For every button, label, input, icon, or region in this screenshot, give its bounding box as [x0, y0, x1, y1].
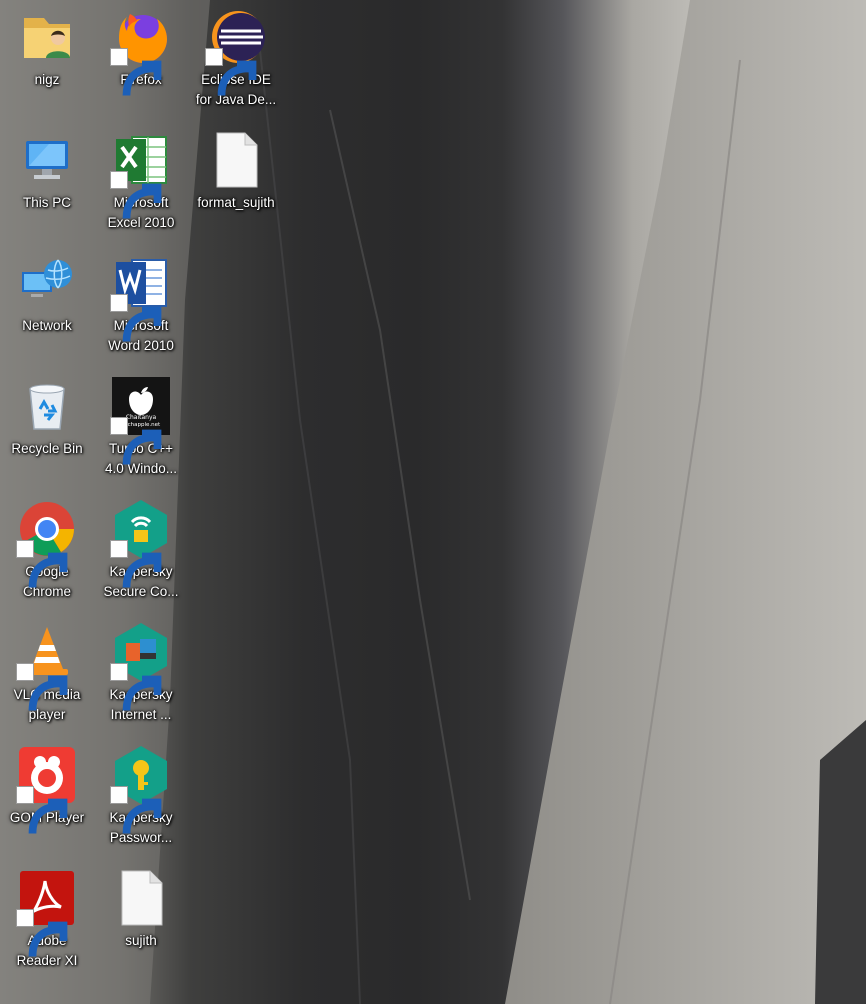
desktop-icon-eclipse[interactable]: Eclipse IDE for Java De... — [190, 0, 282, 110]
icon-label: This PC — [22, 195, 71, 210]
shortcut-arrow-icon — [110, 171, 162, 219]
kaspersky-password-icon — [110, 744, 172, 834]
desktop-icon-nigz[interactable]: nigz — [1, 0, 93, 110]
desktop-icon-gom-player[interactable]: GOM Player — [1, 738, 93, 848]
shortcut-arrow-icon — [110, 417, 162, 465]
icon-label: Network — [22, 318, 72, 333]
recycle-bin-icon — [16, 375, 78, 437]
shortcut-arrow-icon — [16, 540, 68, 588]
icon-label: nigz — [34, 72, 60, 87]
shortcut-arrow-icon — [16, 909, 68, 957]
shortcut-arrow-icon — [16, 786, 68, 834]
desktop-icon-adobe-reader[interactable]: Adobe Reader XI — [1, 861, 93, 971]
shortcut-arrow-icon — [110, 540, 162, 588]
desktop-icon-word[interactable]: Microsoft Word 2010 — [95, 246, 187, 356]
chrome-icon — [16, 498, 78, 588]
shortcut-arrow-icon — [110, 786, 162, 834]
icon-label: format_sujith — [197, 195, 275, 210]
icon-label: Recycle Bin — [11, 441, 83, 456]
shortcut-arrow-icon — [110, 48, 162, 96]
shortcut-arrow-icon — [205, 48, 257, 96]
desktop-icon-recycle-bin[interactable]: Recycle Bin — [1, 369, 93, 479]
desktop-icon-turbo-cpp[interactable]: Chaitanya Techapple.net Turbo C++ 4.0 Win… — [95, 369, 187, 479]
adobe-reader-icon — [16, 867, 78, 957]
text-file-icon — [205, 129, 267, 191]
turbo-cpp-icon: Chaitanya Techapple.net — [110, 375, 172, 465]
desktop-icon-format-sujith[interactable]: format_sujith — [190, 123, 282, 233]
desktop-icon-kaspersky-internet-security[interactable]: Kaspersky Internet ... — [95, 615, 187, 725]
shortcut-arrow-icon — [16, 663, 68, 711]
kaspersky-internet-icon — [110, 621, 172, 711]
shortcut-arrow-icon — [110, 294, 162, 342]
kaspersky-secure-icon — [110, 498, 172, 588]
desktop-icon-this-pc[interactable]: This PC — [1, 123, 93, 233]
network-icon — [16, 252, 78, 314]
desktop-icon-vlc[interactable]: VLC media player — [1, 615, 93, 725]
computer-icon — [16, 129, 78, 191]
word-icon — [110, 252, 172, 342]
shortcut-arrow-icon — [110, 663, 162, 711]
desktop-icon-excel[interactable]: Microsoft Excel 2010 — [95, 123, 187, 233]
desktop-icon-sujith[interactable]: sujith — [95, 861, 187, 971]
vlc-icon — [16, 621, 78, 711]
desktop-icon-kaspersky-secure-connection[interactable]: Kaspersky Secure Co... — [95, 492, 187, 602]
user-folder-icon — [16, 6, 78, 68]
desktop-icon-firefox[interactable]: Firefox — [95, 0, 187, 110]
desktop-icon-google-chrome[interactable]: Google Chrome — [1, 492, 93, 602]
eclipse-icon — [205, 6, 267, 96]
gom-player-icon — [16, 744, 78, 834]
text-file-icon — [110, 867, 172, 929]
firefox-icon — [110, 6, 172, 96]
excel-icon — [110, 129, 172, 219]
desktop-icon-kaspersky-password-manager[interactable]: Kaspersky Passwor... — [95, 738, 187, 848]
icon-label: sujith — [125, 933, 157, 948]
desktop-icon-network[interactable]: Network — [1, 246, 93, 356]
